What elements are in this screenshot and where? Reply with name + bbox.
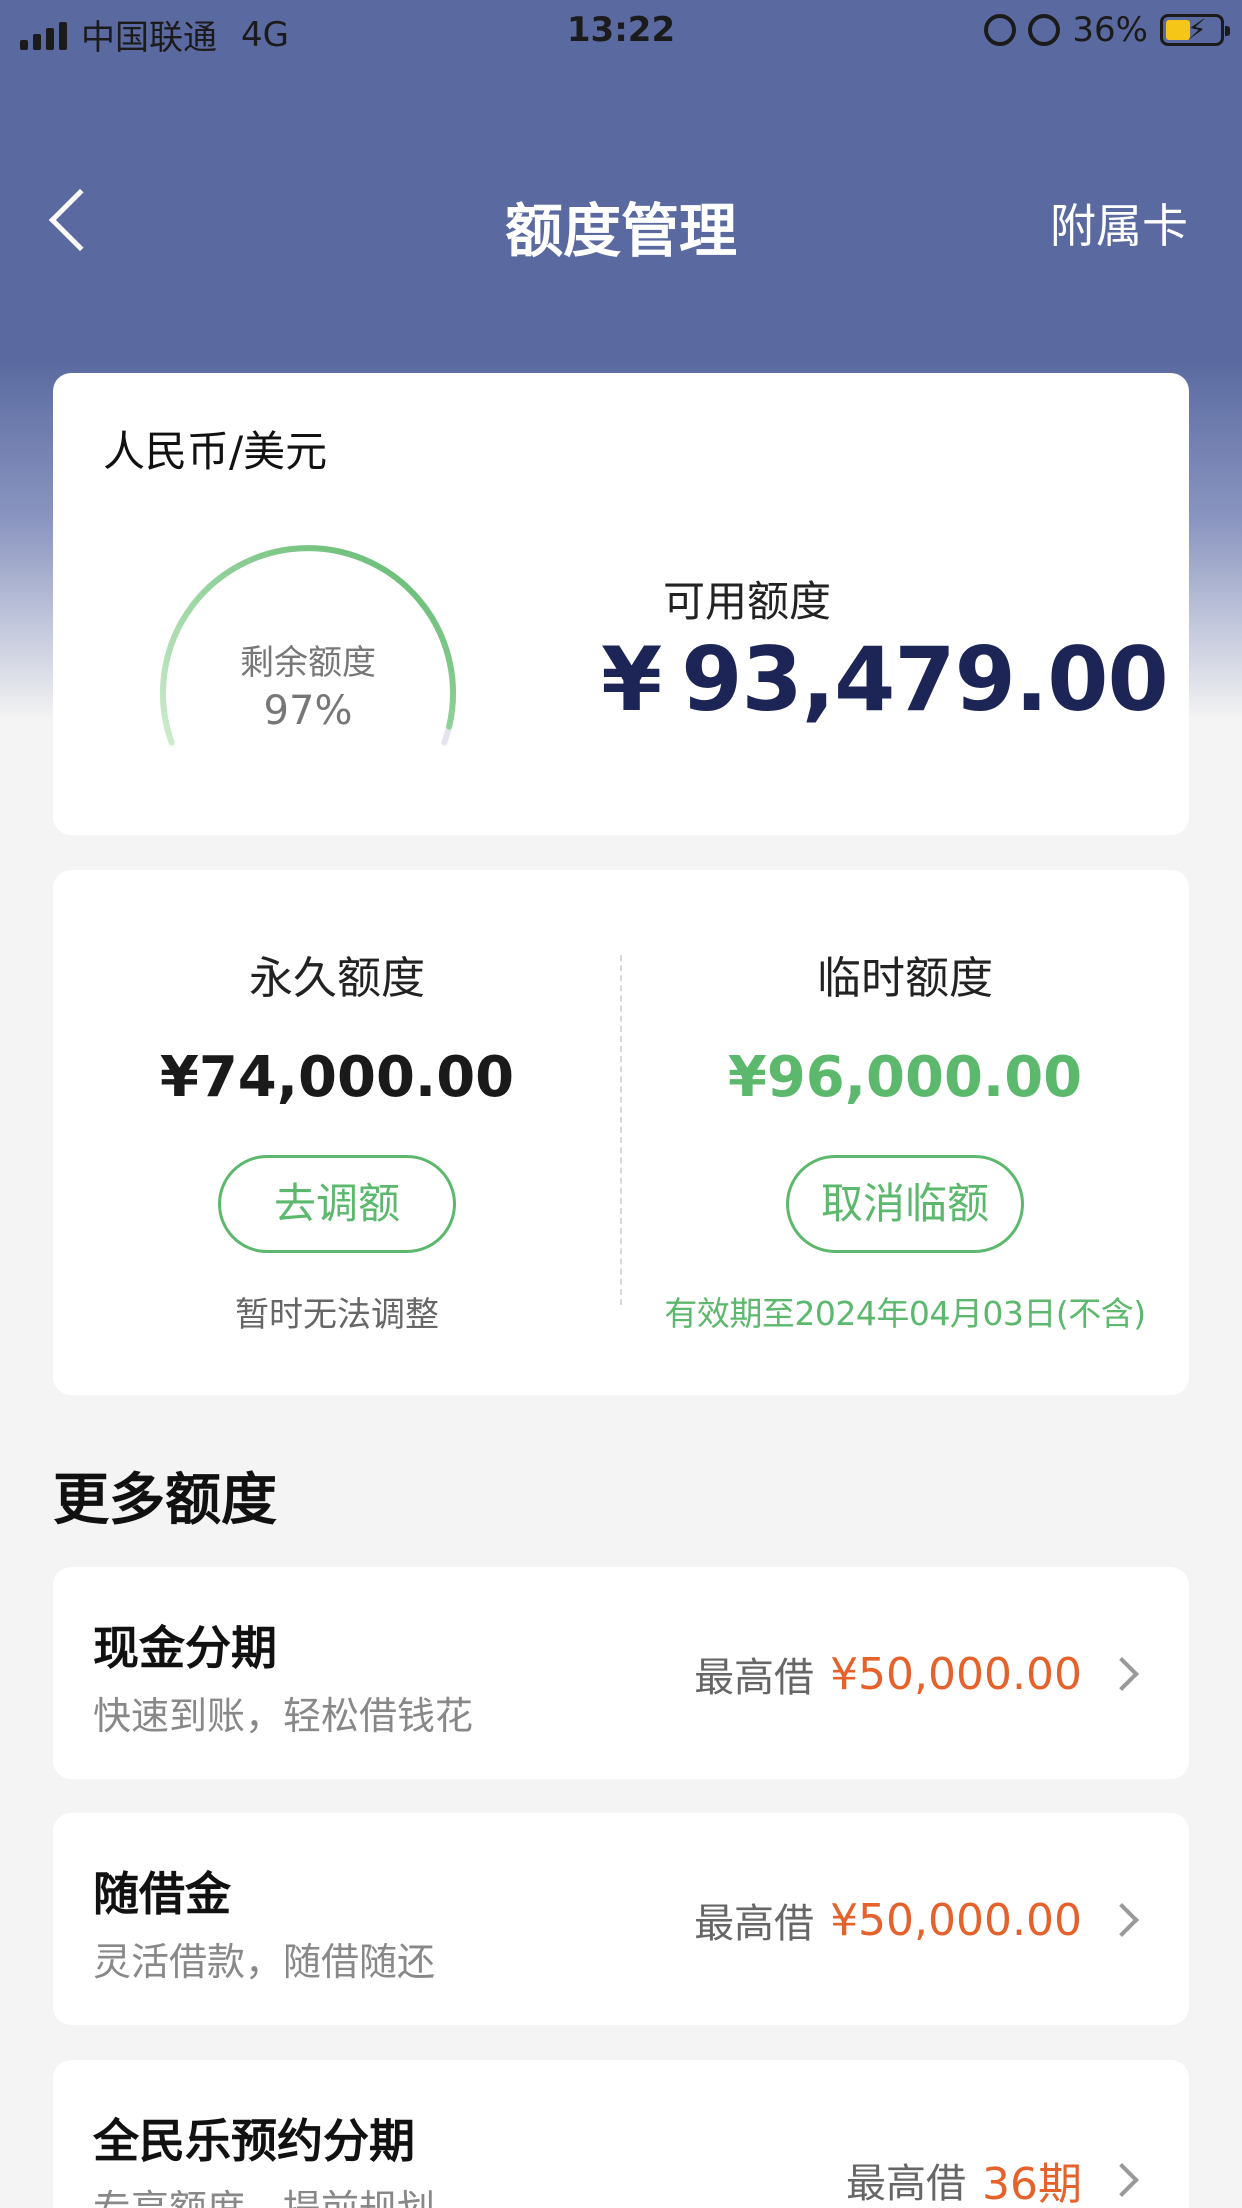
list-item-title: 随借金 bbox=[93, 1867, 231, 1921]
supplementary-card-link[interactable]: 附属卡 bbox=[1050, 190, 1188, 256]
temporary-limit-expiry: 有效期至2024年04月03日(不含) bbox=[664, 1294, 1146, 1333]
list-item-amount: 36期 bbox=[982, 2159, 1082, 2208]
permanent-limit-title: 永久额度 bbox=[249, 953, 425, 1004]
permanent-limit-column: 永久额度 ¥74,000.00 去调额 暂时无法调整 bbox=[53, 870, 621, 1395]
nav-bar: 额度管理 附属卡 bbox=[0, 170, 1242, 270]
more-limits-title: 更多额度 bbox=[53, 1468, 277, 1533]
list-item-limit: 最高借 36期 bbox=[846, 2148, 1139, 2208]
limits-card: 永久额度 ¥74,000.00 去调额 暂时无法调整 临时额度 ¥96,000.… bbox=[53, 870, 1189, 1395]
cancel-temporary-limit-button[interactable]: 取消临额 bbox=[786, 1155, 1024, 1253]
list-item-title: 现金分期 bbox=[93, 1621, 277, 1675]
list-item-limit: 最高借 ¥50,000.00 bbox=[694, 1645, 1139, 1703]
available-amount: ¥93,479.00 bbox=[601, 628, 1169, 731]
permanent-limit-note: 暂时无法调整 bbox=[235, 1295, 439, 1335]
list-item-prefix: 最高借 bbox=[694, 1901, 815, 1947]
temporary-limit-title: 临时额度 bbox=[817, 953, 993, 1004]
available-amount-value: 93,479.00 bbox=[681, 628, 1168, 731]
list-item-reserved-installment[interactable]: 全民乐预约分期 专享额度，提前规划 最高借 36期 bbox=[53, 2060, 1189, 2208]
list-item-title: 全民乐预约分期 bbox=[93, 2114, 415, 2168]
adjust-limit-button[interactable]: 去调额 bbox=[218, 1155, 456, 1253]
list-item-prefix: 最高借 bbox=[694, 1655, 815, 1701]
list-item-amount: ¥50,000.00 bbox=[830, 1648, 1082, 1700]
list-item-amount: ¥50,000.00 bbox=[830, 1894, 1082, 1946]
currency-symbol: ¥ bbox=[601, 628, 662, 731]
status-bar: 中国联通 4G 13:22 36% ⚡ bbox=[0, 0, 1242, 62]
alarm-icon bbox=[1028, 14, 1061, 46]
gauge-percent: 97% bbox=[263, 688, 353, 734]
permanent-limit-amount: ¥74,000.00 bbox=[159, 1045, 515, 1110]
list-item-subtitle: 快速到账，轻松借钱花 bbox=[93, 1694, 474, 1738]
currency-label: 人民币/美元 bbox=[103, 427, 328, 476]
list-item-flexible-loan[interactable]: 随借金 灵活借款，随借随还 最高借 ¥50,000.00 bbox=[53, 1813, 1189, 2025]
gauge-label: 剩余额度 bbox=[240, 643, 376, 683]
rotation-lock-icon bbox=[984, 14, 1017, 46]
available-credit-card: 人民币/美元 剩余额度 97% 可用额度 ¥93,479.00 bbox=[53, 373, 1189, 835]
available-label: 可用额度 bbox=[663, 577, 832, 626]
battery-charging-icon: ⚡ bbox=[1160, 13, 1230, 46]
list-item-subtitle: 专享额度，提前规划 bbox=[93, 2178, 435, 2208]
battery-percent: 36% bbox=[1072, 10, 1148, 50]
temporary-limit-column: 临时额度 ¥96,000.00 取消临额 有效期至2024年04月03日(不含) bbox=[621, 870, 1189, 1395]
chevron-right-icon bbox=[1105, 1657, 1139, 1691]
list-item-limit: 最高借 ¥50,000.00 bbox=[694, 1891, 1139, 1949]
chevron-right-icon bbox=[1105, 1903, 1139, 1937]
chevron-right-icon bbox=[1105, 2163, 1139, 2197]
status-right: 36% ⚡ bbox=[984, 10, 1230, 50]
list-item-cash-installment[interactable]: 现金分期 快速到账，轻松借钱花 最高借 ¥50,000.00 bbox=[53, 1567, 1189, 1779]
temporary-limit-amount: ¥96,000.00 bbox=[727, 1045, 1083, 1110]
list-item-prefix: 最高借 bbox=[846, 2161, 966, 2207]
list-item-subtitle: 灵活借款，随借随还 bbox=[93, 1940, 436, 1984]
